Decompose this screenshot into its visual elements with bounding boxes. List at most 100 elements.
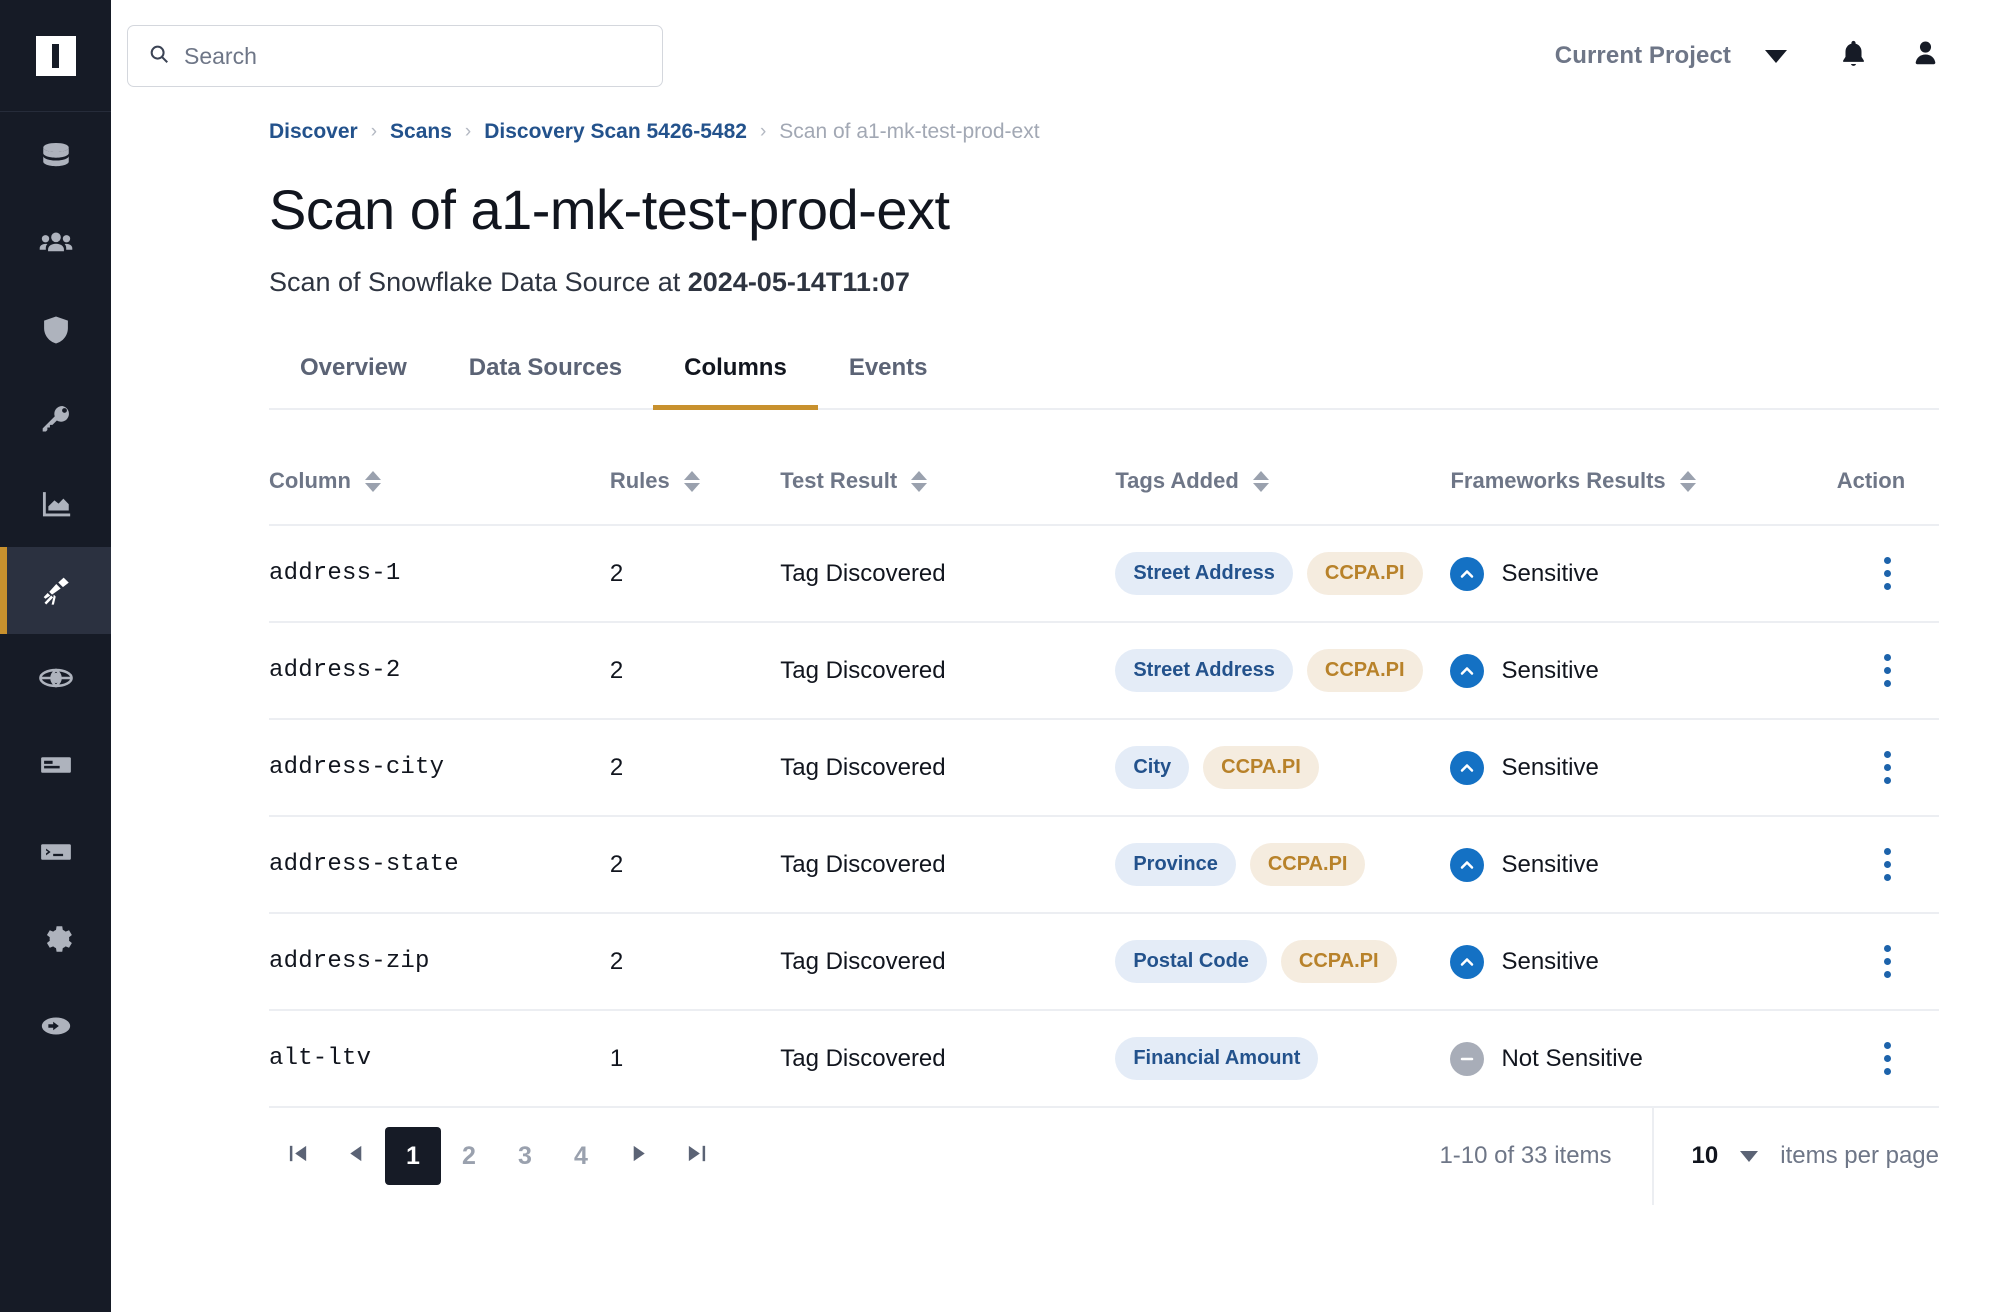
sidebar-item-people[interactable]	[0, 199, 111, 286]
kebab-menu-icon[interactable]	[1837, 557, 1939, 590]
tag-chip[interactable]: Financial Amount	[1115, 1037, 1319, 1080]
kebab-menu-icon[interactable]	[1837, 848, 1939, 881]
sidebar-item-logout[interactable]	[0, 982, 111, 1069]
sidebar-item-data-sources[interactable]	[0, 112, 111, 199]
sort-icon[interactable]	[364, 470, 381, 492]
tab-overview[interactable]: Overview	[269, 354, 438, 408]
sort-icon[interactable]	[1679, 470, 1696, 492]
cell-test-result: Tag Discovered	[780, 656, 946, 684]
notifications-button[interactable]	[1817, 20, 1889, 92]
cell-rules-count: 2	[609, 753, 624, 781]
kebab-menu-icon[interactable]	[1837, 1042, 1939, 1075]
current-project-selector[interactable]: Current Project	[1555, 42, 1817, 70]
table-row[interactable]: address-1 2 Tag Discovered Street Address CC…	[269, 525, 1939, 622]
tag-chip[interactable]: CCPA.PI	[1249, 843, 1366, 886]
kebab-menu-icon[interactable]	[1837, 751, 1939, 784]
sidebar-item-terminal[interactable]	[0, 808, 111, 895]
cell-column-name: address-city	[269, 754, 445, 781]
items-per-page-selector[interactable]: 10 items per page	[1654, 1142, 1939, 1170]
pagination-controls: 1 2 3 4	[269, 1127, 725, 1185]
framework-result-label: Not Sensitive	[1501, 1044, 1643, 1072]
page-button-2[interactable]: 2	[441, 1127, 497, 1185]
kebab-menu-icon[interactable]	[1837, 654, 1939, 687]
current-project-label: Current Project	[1554, 42, 1731, 69]
table-row[interactable]: address-2 2 Tag Discovered Street Address CC…	[269, 622, 1939, 719]
sort-icon[interactable]	[683, 470, 700, 492]
last-page-icon	[685, 1142, 708, 1170]
column-header-test-result[interactable]: Test Result	[780, 410, 1115, 525]
tag-chip[interactable]: Street Address	[1115, 649, 1293, 692]
tag-chip[interactable]: Street Address	[1115, 552, 1293, 595]
app-logo[interactable]	[0, 0, 111, 112]
sidebar-item-analytics[interactable]	[0, 460, 111, 547]
page-subtitle-prefix: Scan of Snowflake Data Source at	[269, 267, 688, 297]
tag-chip[interactable]: CCPA.PI	[1306, 552, 1423, 595]
tag-chip[interactable]: CCPA.PI	[1203, 746, 1319, 789]
tag-chip[interactable]: CCPA.PI	[1280, 940, 1397, 983]
kebab-menu-icon[interactable]	[1837, 945, 1939, 978]
document-icon	[39, 748, 73, 782]
breadcrumb-separator: ›	[759, 121, 767, 142]
tag-chip[interactable]: Province	[1115, 843, 1236, 886]
breadcrumb-item-current: Scan of a1-mk-test-prod-ext	[779, 120, 1040, 143]
tab-data-sources[interactable]: Data Sources	[438, 354, 653, 408]
page-button-3[interactable]: 3	[497, 1127, 553, 1185]
column-header-tags-added[interactable]: Tags Added	[1115, 410, 1450, 525]
first-page-icon	[287, 1142, 310, 1170]
cell-test-result: Tag Discovered	[780, 947, 946, 975]
sidebar-item-access[interactable]	[0, 373, 111, 460]
tag-chip[interactable]: City	[1115, 746, 1190, 789]
cell-tags-added: Street Address CCPA.PI	[1115, 622, 1450, 719]
table-row[interactable]: address-state 2 Tag Discovered Province CCPA…	[269, 816, 1939, 913]
tag-list: Province CCPA.PI	[1115, 843, 1450, 886]
search-input[interactable]: Search	[184, 43, 257, 70]
sort-icon[interactable]	[1252, 470, 1269, 492]
pagination: 1 2 3 4 1-10 of 33 items 10 items per pa…	[269, 1106, 1939, 1205]
first-page-button[interactable]	[269, 1127, 327, 1185]
sort-icon[interactable]	[911, 470, 928, 492]
next-page-button[interactable]	[609, 1127, 667, 1185]
framework-result: Sensitive	[1450, 847, 1836, 882]
table-row[interactable]: alt-ltv 1 Tag Discovered Financial Amount No…	[269, 1010, 1939, 1106]
cell-action	[1837, 622, 1939, 719]
tag-chip[interactable]: Postal Code	[1115, 940, 1267, 983]
cell-rules-count: 1	[609, 1044, 624, 1072]
framework-result: Sensitive	[1450, 944, 1836, 979]
breadcrumb-separator: ›	[370, 121, 378, 142]
cell-test-result: Tag Discovered	[780, 1044, 946, 1072]
immuta-logo	[35, 35, 76, 76]
table-row[interactable]: address-city 2 Tag Discovered City CCPA.PI Se…	[269, 719, 1939, 816]
table-row[interactable]: address-zip 2 Tag Discovered Postal Code CCP…	[269, 913, 1939, 1010]
cell-action	[1837, 913, 1939, 1010]
sidebar-item-settings[interactable]	[0, 895, 111, 982]
breadcrumb-item-discover[interactable]: Discover	[269, 120, 358, 144]
breadcrumb-item-scans[interactable]: Scans	[390, 120, 452, 144]
last-page-button[interactable]	[667, 1127, 725, 1185]
column-header-rules[interactable]: Rules	[610, 410, 780, 525]
column-header-frameworks-results[interactable]: Frameworks Results	[1450, 410, 1836, 525]
page-button-4[interactable]: 4	[553, 1127, 609, 1185]
shield-icon	[39, 313, 73, 347]
cell-column-name: address-2	[269, 657, 401, 684]
cell-frameworks-result: Sensitive	[1450, 719, 1836, 816]
tag-list: Postal Code CCPA.PI	[1115, 940, 1450, 983]
item-range-text: 1-10 of 33 items	[1399, 1107, 1654, 1205]
previous-page-button[interactable]	[327, 1127, 385, 1185]
search-field-wrapper[interactable]: Search	[127, 25, 663, 87]
column-header-column[interactable]: Column	[269, 410, 610, 525]
sidebar-item-globe[interactable]	[0, 634, 111, 721]
tab-events[interactable]: Events	[818, 354, 959, 408]
sidebar-item-discover[interactable]	[0, 547, 111, 634]
breadcrumb-item-discovery-scan[interactable]: Discovery Scan 5426-5482	[484, 120, 747, 144]
cell-action	[1837, 719, 1939, 816]
page-button-1[interactable]: 1	[385, 1127, 441, 1185]
chevron-down-icon[interactable]	[1740, 1150, 1759, 1162]
tag-chip[interactable]: CCPA.PI	[1306, 649, 1423, 692]
cell-action	[1837, 1010, 1939, 1106]
search-icon	[148, 43, 170, 70]
sidebar-item-documents[interactable]	[0, 721, 111, 808]
account-button[interactable]	[1889, 20, 1961, 92]
sidebar-item-policies[interactable]	[0, 286, 111, 373]
cell-tags-added: Financial Amount	[1115, 1010, 1450, 1106]
tab-columns[interactable]: Columns	[653, 354, 818, 410]
